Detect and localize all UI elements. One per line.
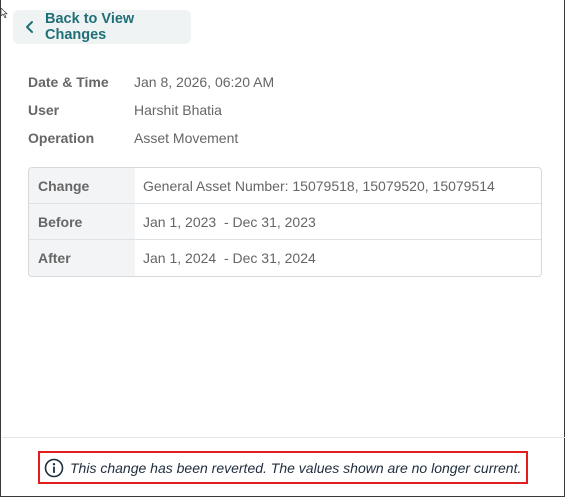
mouse-cursor-icon [1,8,8,18]
meta-value: Jan 8, 2026, 06:20 AM [134,74,275,90]
row-value: Jan 1, 2023 - Dec 31, 2023 [143,213,316,230]
back-to-view-changes-button[interactable]: Back to View Changes [13,10,191,44]
meta-label: User [28,102,60,118]
meta-label: Operation [28,130,95,146]
row-header: Before [29,204,135,239]
notice-text: This change has been reverted. The value… [70,459,522,476]
footer-divider [2,437,565,438]
table-row-before: Before Jan 1, 2023 - Dec 31, 2023 [29,204,541,240]
row-header: Change [29,168,135,203]
meta-value: Harshit Bhatia [134,102,222,118]
chevron-left-icon [23,20,37,34]
row-header: After [29,240,135,276]
row-value: General Asset Number: 15079518, 15079520… [143,177,495,194]
reverted-notice: This change has been reverted. The value… [38,451,528,484]
table-row-change: Change General Asset Number: 15079518, 1… [29,168,541,204]
change-detail-panel: Back to View Changes Date & Time Jan 8, … [0,0,565,497]
info-icon [44,458,64,478]
meta-row-user: User Harshit Bhatia [28,96,274,124]
back-button-label: Back to View Changes [45,11,135,43]
table-row-after: After Jan 1, 2024 - Dec 31, 2024 [29,240,541,276]
change-metadata: Date & Time Jan 8, 2026, 06:20 AM User H… [28,68,274,152]
meta-label: Date & Time [28,74,109,90]
meta-value: Asset Movement [134,130,239,146]
change-details-table: Change General Asset Number: 15079518, 1… [28,167,542,277]
row-value: Jan 1, 2024 - Dec 31, 2024 [143,250,316,266]
meta-row-date-time: Date & Time Jan 8, 2026, 06:20 AM [28,68,274,96]
meta-row-operation: Operation Asset Movement [28,124,274,152]
